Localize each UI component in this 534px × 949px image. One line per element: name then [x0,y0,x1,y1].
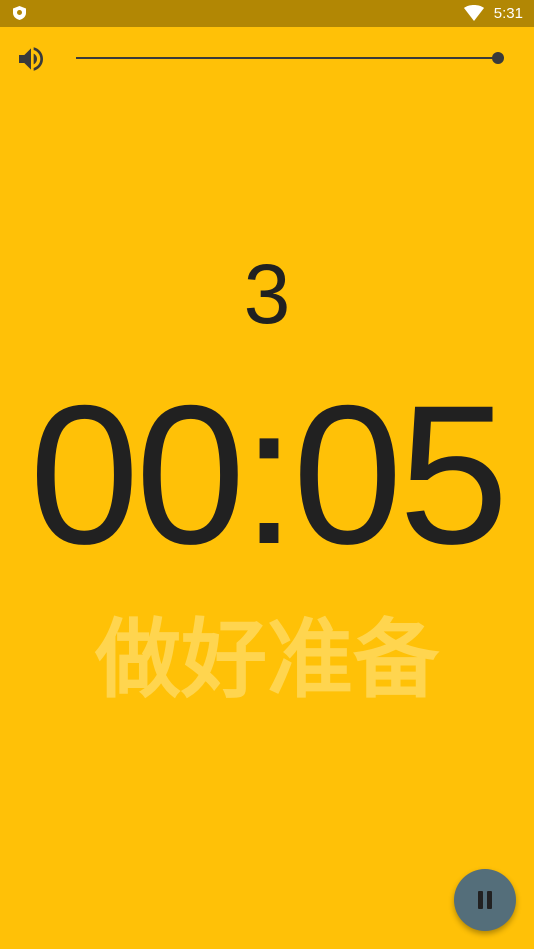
volume-track [76,57,498,59]
volume-icon[interactable] [15,43,47,75]
phase-label: 做好准备 [95,610,439,710]
wifi-icon [464,5,484,21]
shield-icon [13,6,26,20]
status-time: 5:31 [493,5,523,22]
status-bar: 5:31 [0,0,534,27]
volume-thumb[interactable] [492,52,504,64]
round-counter: 3 [243,247,291,341]
countdown-timer: 00:05 [29,364,508,585]
pause-button[interactable] [454,869,516,931]
pause-icon [478,891,492,909]
volume-slider[interactable] [76,48,506,68]
